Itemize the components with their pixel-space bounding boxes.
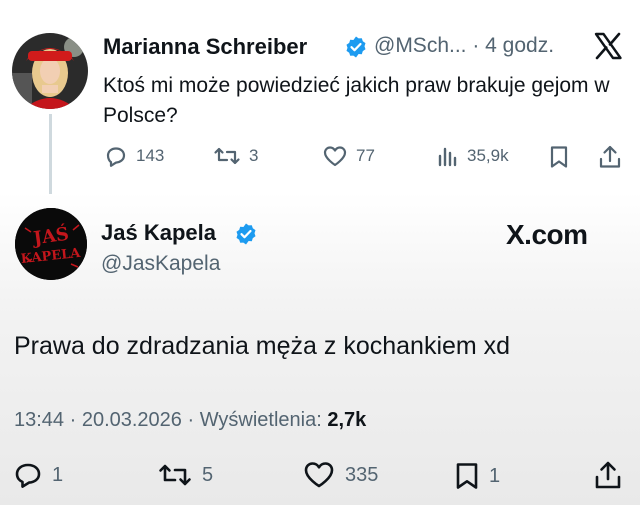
reply-count: 143 [136, 146, 165, 165]
author-handle[interactable]: @JasKapela [101, 252, 220, 276]
tweet-meta: 13:44 · 20.03.2026 · Wyświetlenia: 2,7k [14, 409, 366, 432]
xcom-watermark: X.com [506, 219, 588, 250]
avatar-jas-kapela[interactable]: JAŚ KAPELA [15, 208, 87, 280]
thread-line [49, 114, 52, 194]
share-button[interactable] [598, 144, 622, 170]
views-button[interactable]: 35,9k [437, 145, 509, 167]
author-handle-time[interactable]: @MSch... · 4 godz. [374, 34, 554, 58]
x-logo-icon [593, 31, 623, 61]
bookmark-icon [455, 462, 479, 490]
reply-icon [104, 145, 128, 167]
retweet-icon [213, 145, 241, 167]
reply-button[interactable]: 143 [104, 145, 164, 167]
like-count: 77 [356, 146, 375, 165]
verified-badge-icon [234, 222, 258, 246]
retweet-count: 3 [249, 146, 259, 165]
heart-icon [303, 461, 335, 489]
author-name[interactable]: Jaś Kapela [101, 220, 216, 246]
like-button[interactable]: 77 [322, 145, 375, 167]
reply-icon [14, 462, 42, 488]
tweet-text: Ktoś mi może powiedzieć jakich praw brak… [103, 74, 610, 127]
timestamp[interactable]: 13:44 · 20.03.2026 · [14, 409, 200, 431]
share-button[interactable] [594, 460, 622, 490]
like-button[interactable]: 335 [303, 461, 378, 489]
reply-count: 1 [52, 463, 64, 486]
heart-icon [322, 145, 348, 167]
avatar-marianna-schreiber[interactable] [12, 33, 88, 109]
views-count: 35,9k [467, 146, 509, 165]
reply-button[interactable]: 1 [14, 462, 63, 488]
retweet-button[interactable]: 5 [158, 462, 213, 488]
like-count: 335 [345, 463, 379, 486]
verified-badge-icon [344, 35, 368, 59]
retweet-count: 5 [202, 463, 214, 486]
tweet-text: Prawa do zdradzania męża z kochankiem xd [14, 332, 511, 360]
author-name[interactable]: Marianna Schreiber [103, 34, 307, 60]
analytics-icon [437, 145, 459, 167]
views-label: Wyświetlenia: [199, 409, 328, 431]
bookmark-count: 1 [489, 464, 501, 487]
share-icon [594, 460, 622, 490]
bookmark-icon [549, 145, 569, 169]
bookmark-button[interactable] [549, 145, 569, 169]
share-icon [598, 144, 622, 170]
bookmark-button[interactable]: 1 [455, 462, 500, 490]
retweet-button[interactable]: 3 [213, 145, 258, 167]
views-count: 2,7k [327, 409, 367, 431]
retweet-icon [158, 462, 192, 488]
